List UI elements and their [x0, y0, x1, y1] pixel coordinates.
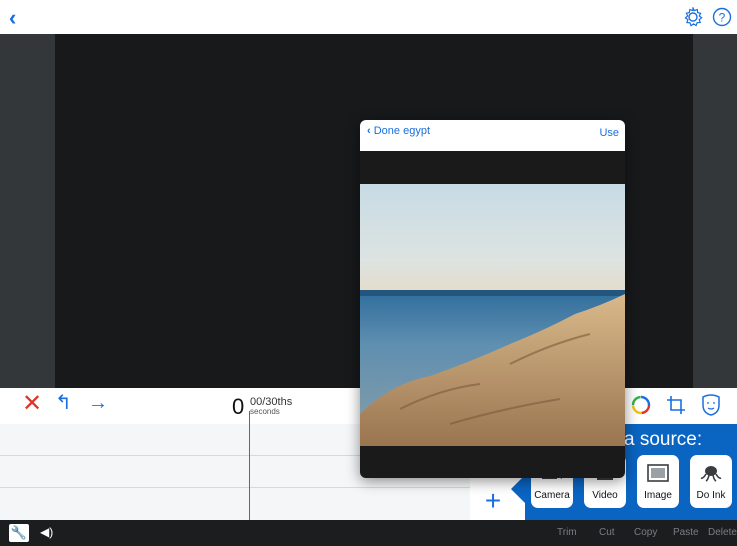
- source-doink-label: Do Ink: [696, 490, 726, 501]
- paste-button[interactable]: Paste: [673, 527, 699, 538]
- trim-button[interactable]: Trim: [557, 527, 577, 538]
- use-button[interactable]: Use: [599, 127, 619, 139]
- help-icon[interactable]: ?: [712, 7, 732, 27]
- time-seconds: 0: [232, 394, 245, 419]
- redo-icon[interactable]: →: [88, 392, 110, 414]
- bottom-bar: [0, 520, 737, 546]
- top-bar: [0, 0, 737, 34]
- source-image-label: Image: [644, 490, 672, 501]
- stage-margin-right: [693, 34, 737, 388]
- time-fraction: 00/30ths: [250, 396, 293, 408]
- speaker-icon[interactable]: ◀): [40, 525, 53, 539]
- time-unit-label: seconds: [250, 407, 280, 416]
- image-icon: [647, 464, 669, 482]
- source-image-button[interactable]: Image: [637, 455, 679, 508]
- source-camera-label: Camera: [534, 490, 570, 501]
- playhead[interactable]: [249, 411, 250, 520]
- back-chevron-icon[interactable]: ‹: [9, 7, 27, 29]
- close-x-icon[interactable]: ✕: [22, 392, 44, 416]
- crop-icon[interactable]: [665, 394, 687, 416]
- popover-back-label: Done egypt: [373, 125, 430, 137]
- cut-button[interactable]: Cut: [599, 527, 615, 538]
- gear-icon[interactable]: [683, 7, 703, 27]
- chevron-left-icon: ‹: [367, 125, 371, 137]
- color-wheel-icon[interactable]: [631, 395, 651, 415]
- source-video-label: Video: [592, 490, 618, 501]
- octopus-icon: [700, 466, 722, 482]
- add-media-button[interactable]: +: [480, 487, 506, 515]
- stage-margin-left: [0, 34, 55, 388]
- image-picker-popover: ‹ Done egypt Use: [360, 120, 625, 478]
- delete-button[interactable]: Delete: [708, 527, 737, 538]
- popover-back-button[interactable]: ‹ Done egypt: [367, 125, 430, 137]
- panel-pointer: [511, 475, 525, 503]
- copy-button[interactable]: Copy: [634, 527, 657, 538]
- popover-header: ‹ Done egypt Use: [360, 120, 625, 151]
- wrench-icon[interactable]: 🔧: [9, 524, 29, 542]
- media-source-title: a source:: [624, 429, 703, 450]
- source-doink-button[interactable]: Do Ink: [690, 455, 732, 508]
- svg-text:?: ?: [719, 11, 726, 25]
- selected-photo[interactable]: [360, 184, 625, 446]
- mask-icon[interactable]: [700, 393, 722, 417]
- undo-icon[interactable]: ↰: [55, 392, 77, 414]
